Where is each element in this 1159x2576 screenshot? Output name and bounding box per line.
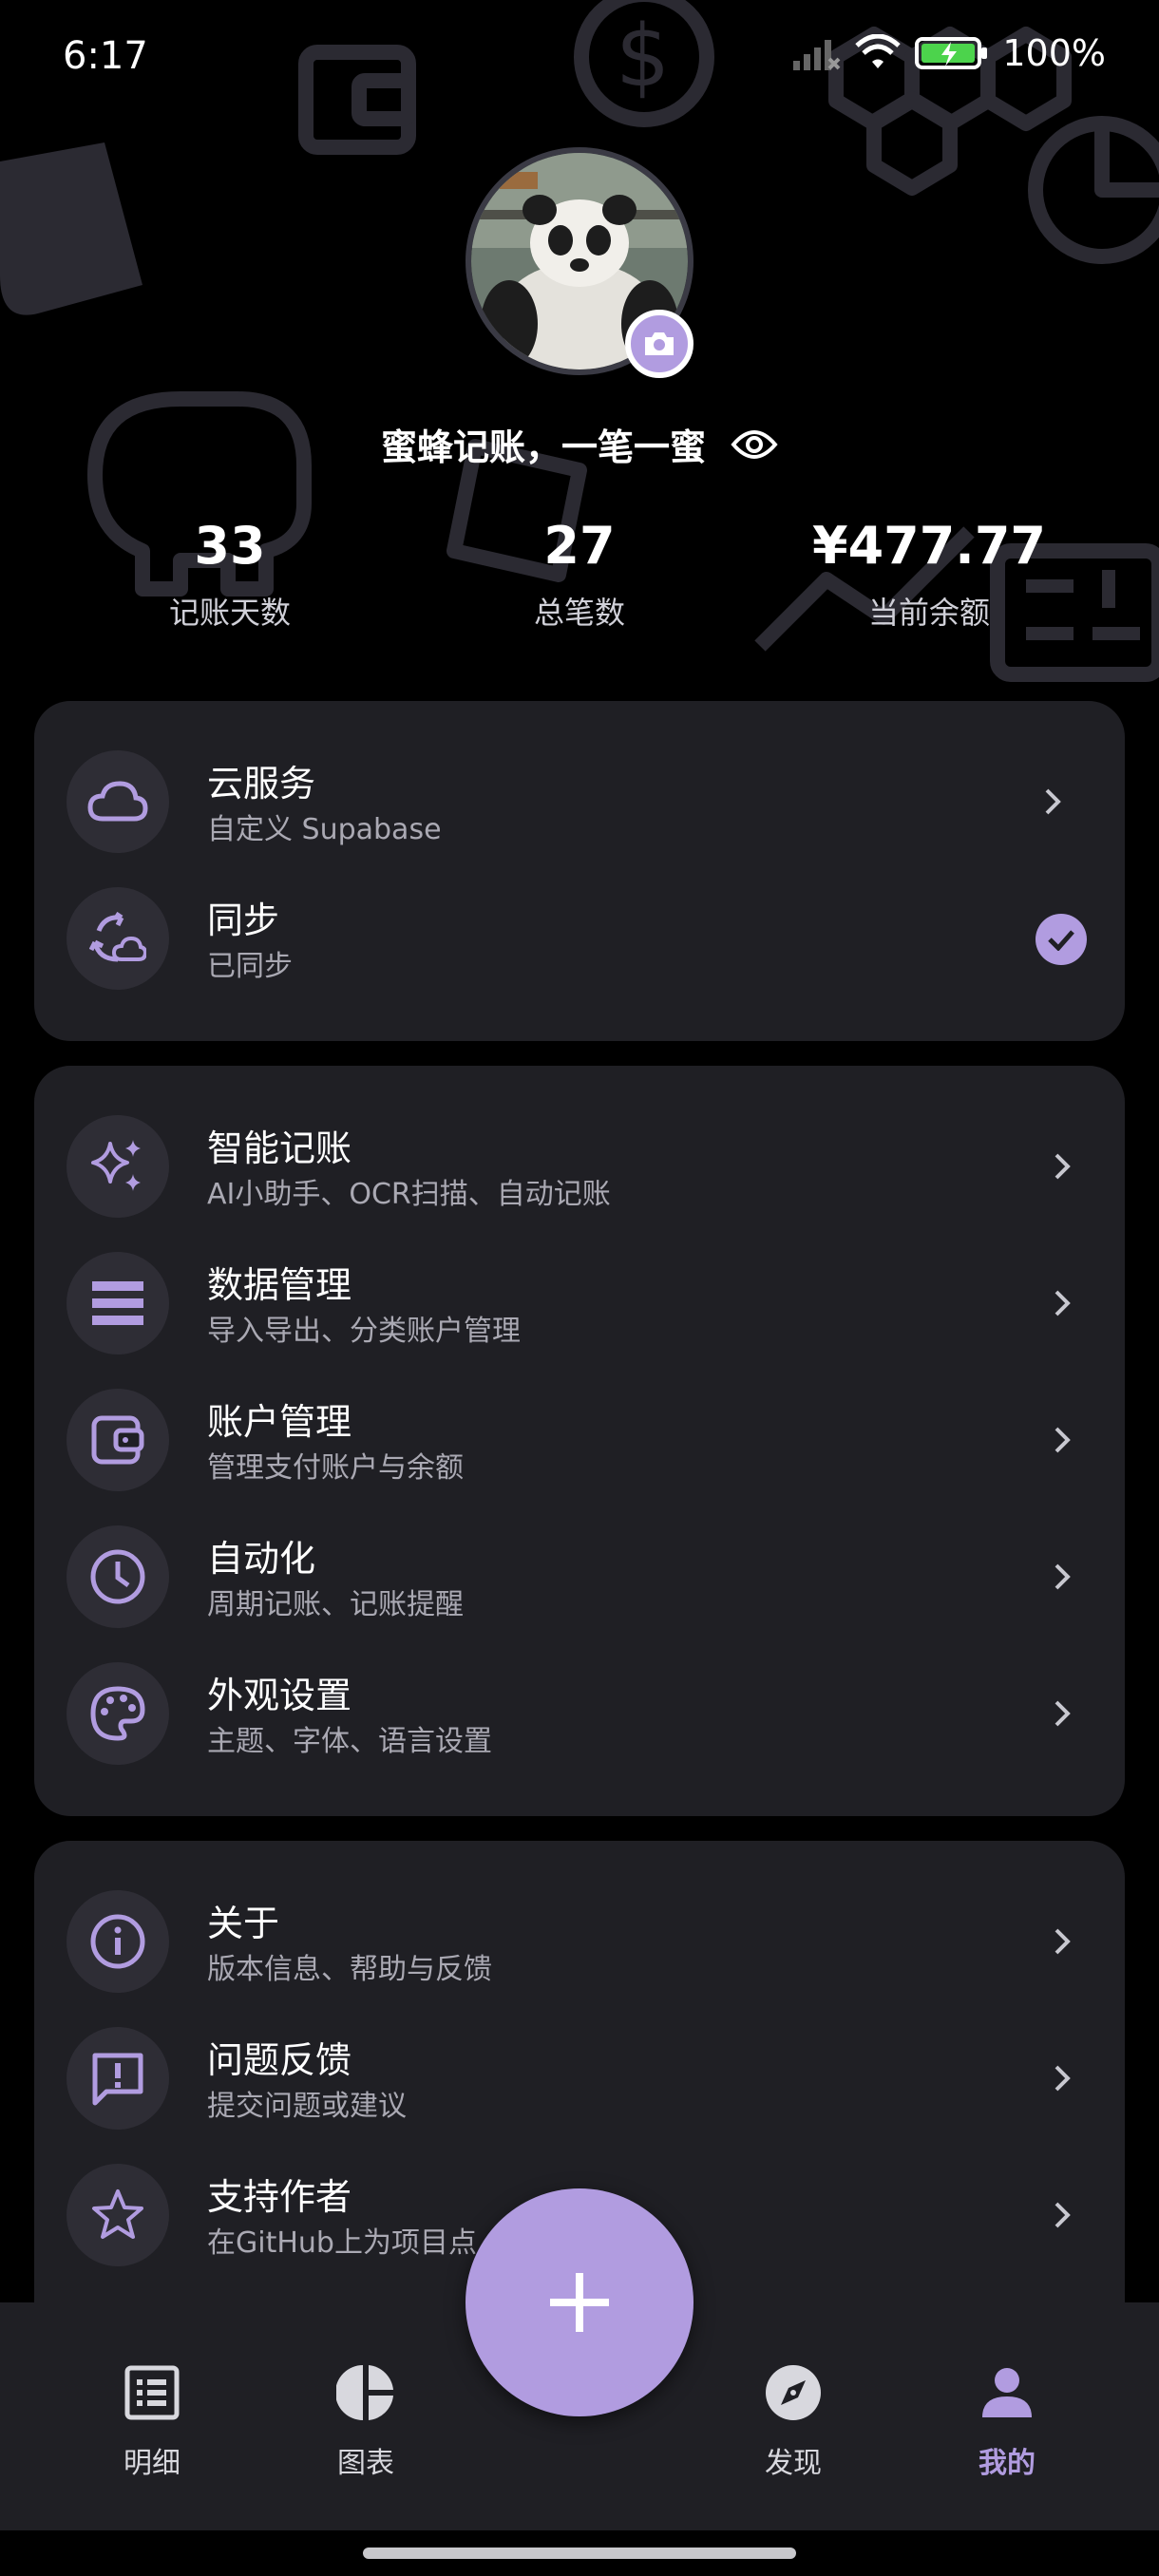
status-bar: 6:17 100%	[0, 0, 1159, 114]
list-icon	[66, 1252, 169, 1354]
about-row[interactable]: 关于 版本信息、帮助与反馈	[34, 1873, 1125, 2010]
status-icons: 100%	[791, 32, 1106, 74]
compass-icon	[708, 2359, 879, 2426]
stat-days-value: 33	[194, 516, 266, 576]
data-management-title: 数据管理	[207, 1264, 352, 1306]
sync-title: 同步	[207, 900, 280, 941]
chevron-right-icon	[1043, 1421, 1081, 1459]
person-icon	[922, 2359, 1092, 2426]
info-icon	[66, 1890, 169, 1993]
about-title: 关于	[207, 1903, 280, 1944]
camera-icon	[645, 332, 674, 355]
chevron-right-icon	[1043, 2196, 1081, 2234]
account-management-title: 账户管理	[207, 1401, 352, 1443]
feedback-icon	[66, 2027, 169, 2130]
stat-count-value: 27	[543, 516, 616, 576]
nav-details[interactable]: 明细	[66, 2359, 238, 2481]
stat-balance-value: ¥477.77	[812, 516, 1046, 576]
cloud-service-subtitle: 自定义 Supabase	[207, 813, 442, 846]
status-time: 6:17	[63, 34, 148, 78]
profile-name: 蜜蜂记账，一笔一蜜	[380, 426, 706, 468]
stat-balance-label: 当前余额	[867, 595, 990, 631]
nav-charts[interactable]: 图表	[280, 2359, 451, 2481]
features-card: 智能记账 AI小助手、OCR扫描、自动记账 数据管理 导入导出、分类账户管理 账…	[34, 1066, 1125, 1816]
wifi-icon	[855, 34, 902, 68]
cloud-service-row[interactable]: 云服务 自定义 Supabase	[34, 733, 1125, 870]
pie-chart-icon	[280, 2359, 451, 2426]
account-management-subtitle: 管理支付账户与余额	[207, 1451, 464, 1485]
feedback-subtitle: 提交问题或建议	[207, 2090, 407, 2123]
plus-icon	[550, 2273, 609, 2332]
wallet-icon	[66, 1389, 169, 1491]
account-management-row[interactable]: 账户管理 管理支付账户与余额	[34, 1372, 1125, 1508]
chevron-right-icon	[1043, 1695, 1081, 1733]
chevron-right-icon	[1034, 783, 1072, 821]
nav-charts-label: 图表	[337, 2447, 394, 2480]
stat-count: 27 总笔数	[418, 513, 741, 633]
stat-days-label: 记账天数	[168, 595, 291, 631]
stats-row: 33 记账天数 27 总笔数 ¥477.77 当前余额	[0, 513, 1159, 636]
eye-icon[interactable]	[731, 428, 778, 461]
check-circle-icon	[1036, 914, 1087, 965]
battery-percent: 100%	[1002, 32, 1106, 74]
profile-name-row: 蜜蜂记账，一笔一蜜	[0, 418, 1159, 470]
chevron-right-icon	[1043, 1284, 1081, 1322]
about-subtitle: 版本信息、帮助与反馈	[207, 1953, 492, 1986]
nav-mine[interactable]: 我的	[922, 2359, 1092, 2481]
smart-bookkeeping-subtitle: AI小助手、OCR扫描、自动记账	[207, 1178, 611, 1211]
nav-discover[interactable]: 发现	[708, 2359, 879, 2481]
cloud-icon	[66, 750, 169, 853]
stat-balance: ¥477.77 当前余额	[768, 513, 1091, 633]
stat-count-label: 总笔数	[533, 595, 625, 631]
feedback-row[interactable]: 问题反馈 提交问题或建议	[34, 2010, 1125, 2147]
data-management-subtitle: 导入导出、分类账户管理	[207, 1315, 521, 1348]
star-icon	[66, 2164, 169, 2266]
nav-discover-label: 发现	[765, 2447, 822, 2480]
sync-icon	[66, 887, 169, 990]
list-doc-icon	[66, 2359, 238, 2426]
cloud-service-title: 云服务	[207, 763, 316, 805]
chevron-right-icon	[1043, 2059, 1081, 2097]
support-author-subtitle: 在GitHub上为项目点	[207, 2226, 477, 2260]
appearance-subtitle: 主题、字体、语言设置	[207, 1725, 492, 1758]
data-management-row[interactable]: 数据管理 导入导出、分类账户管理	[34, 1235, 1125, 1372]
sparkle-icon	[66, 1115, 169, 1218]
add-record-button[interactable]	[466, 2188, 694, 2416]
change-avatar-button[interactable]	[625, 310, 694, 378]
smart-bookkeeping-row[interactable]: 智能记账 AI小助手、OCR扫描、自动记账	[34, 1098, 1125, 1235]
automation-subtitle: 周期记账、记账提醒	[207, 1588, 464, 1621]
chevron-right-icon	[1043, 1147, 1081, 1185]
appearance-row[interactable]: 外观设置 主题、字体、语言设置	[34, 1645, 1125, 1782]
appearance-title: 外观设置	[207, 1675, 352, 1716]
home-indicator[interactable]	[363, 2548, 796, 2559]
feedback-title: 问题反馈	[207, 2039, 352, 2081]
palette-icon	[66, 1662, 169, 1765]
support-author-title: 支持作者	[207, 2176, 352, 2218]
battery-icon	[915, 37, 988, 69]
signal-icon	[793, 40, 841, 70]
clock-icon	[66, 1525, 169, 1628]
stat-days: 33 记账天数	[68, 513, 391, 633]
cloud-card: 云服务 自定义 Supabase 同步 已同步	[34, 701, 1125, 1041]
nav-mine-label: 我的	[978, 2447, 1036, 2480]
nav-details-label: 明细	[124, 2447, 180, 2480]
chevron-right-icon	[1043, 1558, 1081, 1596]
chevron-right-icon	[1043, 1923, 1081, 1960]
smart-bookkeeping-title: 智能记账	[207, 1127, 352, 1169]
automation-title: 自动化	[207, 1538, 316, 1580]
sync-row[interactable]: 同步 已同步	[34, 870, 1125, 1007]
automation-row[interactable]: 自动化 周期记账、记账提醒	[34, 1508, 1125, 1645]
sync-subtitle: 已同步	[207, 950, 293, 983]
